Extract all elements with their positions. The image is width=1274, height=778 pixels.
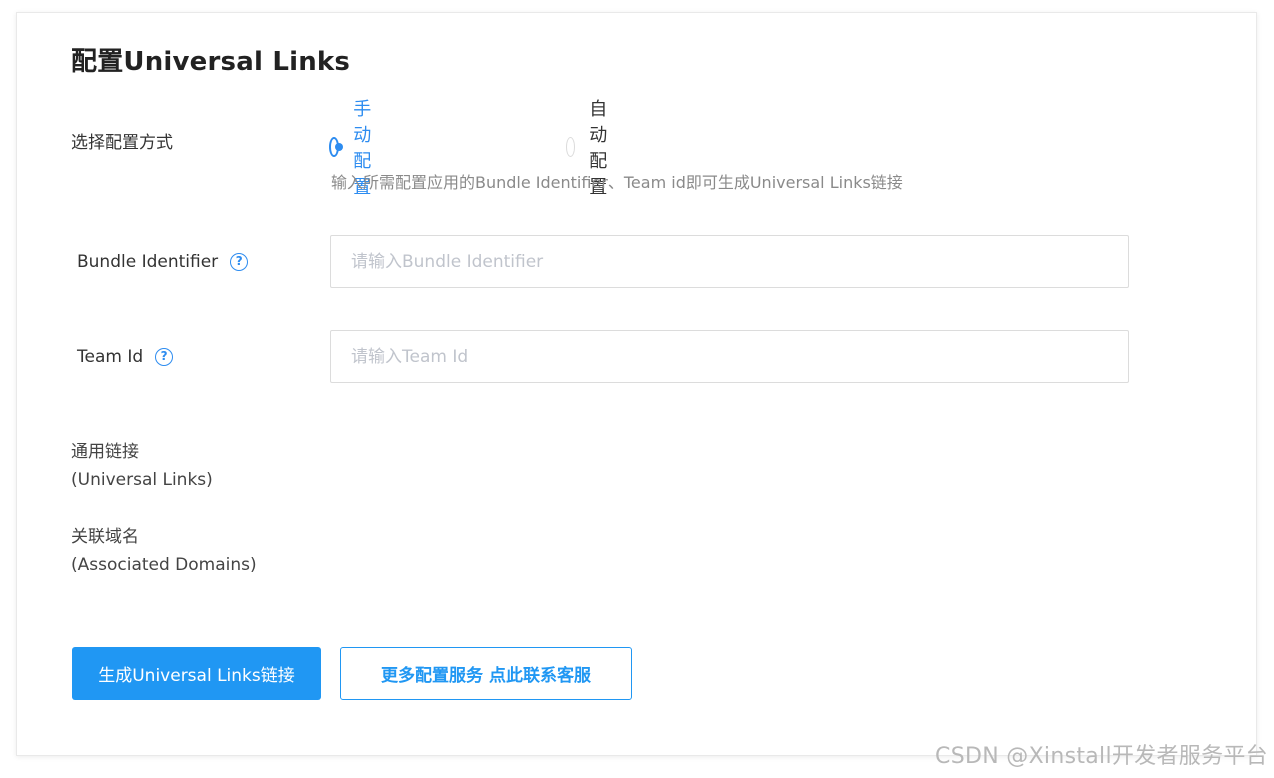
bundle-identifier-label: Bundle Identifier — [77, 252, 219, 272]
team-id-label-row: Team Id ? — [77, 343, 174, 371]
universal-links-label-en: (Universal Links) — [71, 470, 213, 490]
page-title: 配置Universal Links — [71, 47, 351, 77]
associated-domains-label-en: (Associated Domains) — [71, 555, 257, 575]
contact-support-button[interactable]: 更多配置服务 点此联系客服 — [340, 647, 632, 700]
question-circle-icon[interactable]: ? — [230, 253, 249, 271]
radio-auto-config[interactable]: 自动配置 — [566, 99, 618, 198]
radio-checked-icon — [329, 137, 344, 157]
associated-domains-label-cn: 关联域名 — [71, 527, 139, 547]
radio-unchecked-icon — [566, 137, 576, 157]
config-method-label: 选择配置方式 — [71, 133, 173, 153]
config-method-hint: 输入所需配置应用的Bundle Identifier、Team id即可生成Un… — [331, 173, 903, 192]
question-circle-icon[interactable]: ? — [155, 348, 174, 366]
generate-universal-links-button[interactable]: 生成Universal Links链接 — [72, 647, 321, 700]
bundle-identifier-label-row: Bundle Identifier ? — [77, 248, 249, 276]
config-card: 配置Universal Links 选择配置方式 手动配置 自动配置 输入所需配… — [16, 12, 1257, 756]
watermark-text: CSDN @Xinstall开发者服务平台 — [935, 744, 1268, 769]
team-id-input[interactable] — [330, 330, 1129, 383]
radio-manual-config[interactable]: 手动配置 — [329, 99, 381, 198]
team-id-label: Team Id — [77, 347, 144, 367]
bundle-identifier-input[interactable] — [330, 235, 1129, 288]
universal-links-label-cn: 通用链接 — [71, 442, 139, 462]
